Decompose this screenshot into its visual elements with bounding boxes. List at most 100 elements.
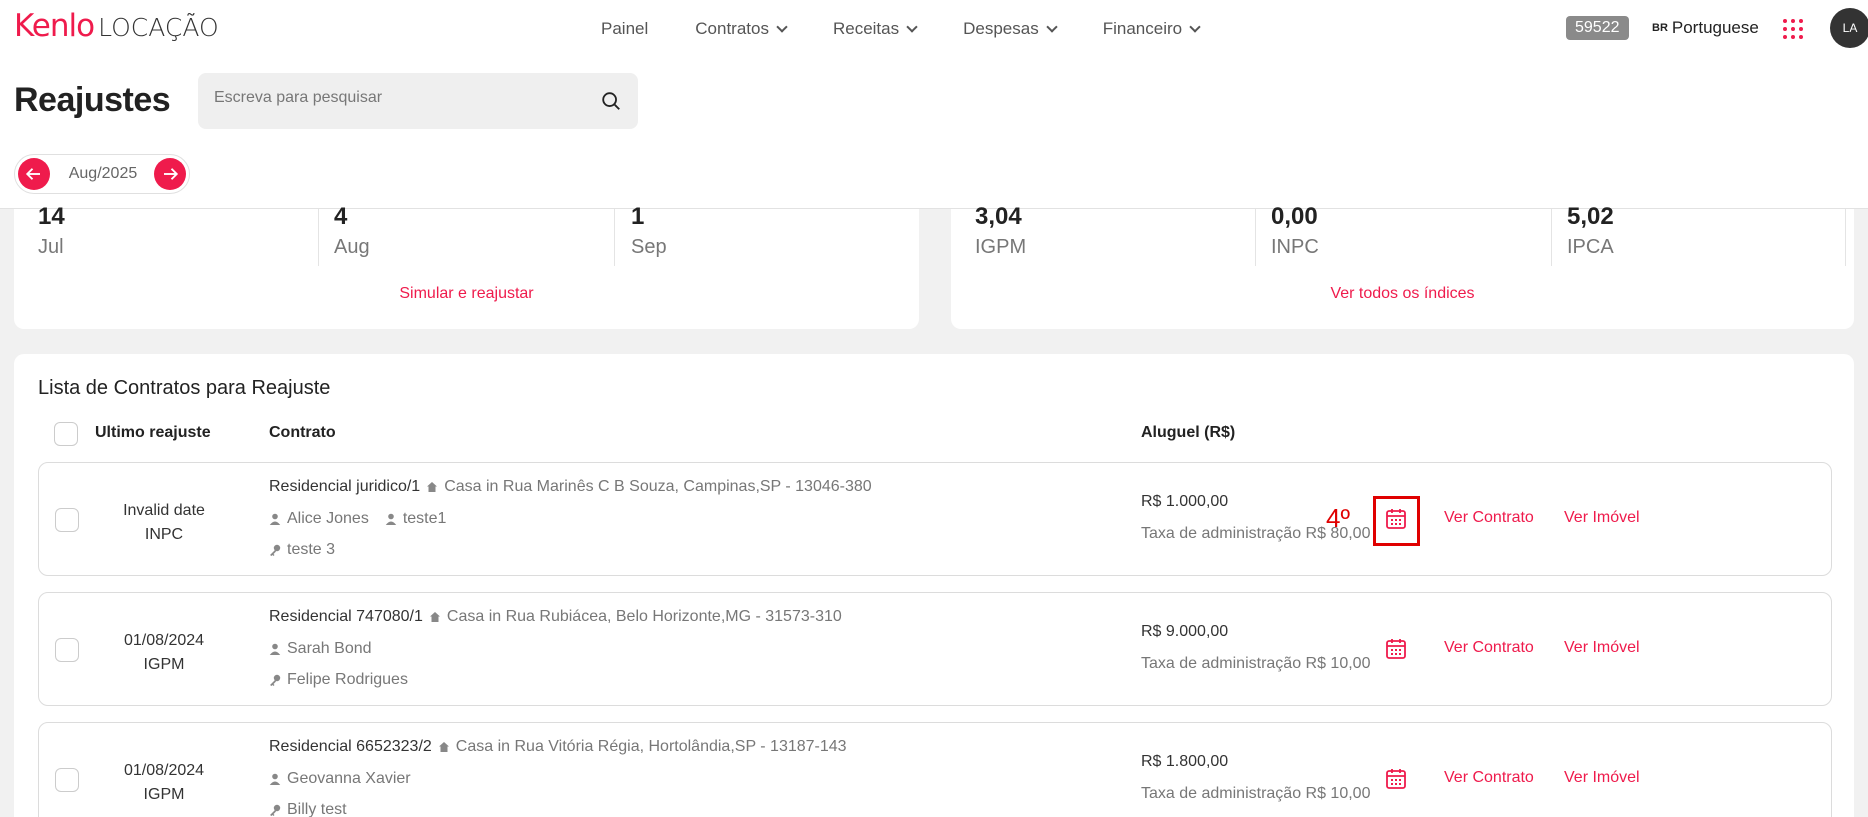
rent-value: R$ 1.800,00 [1141,753,1229,770]
prev-month-button[interactable] [18,158,50,190]
stat-label: IPCA [1567,236,1614,258]
guarantor: Felipe Rodrigues [269,671,408,689]
language-selector[interactable]: BR Portuguese [1652,18,1759,38]
divider [1845,209,1846,266]
nav-contratos[interactable]: Contratos [695,19,788,39]
page-header: Reajustes Aug/2025 [0,57,1868,209]
calendar-icon[interactable] [1384,767,1408,791]
stat-label: Aug [334,236,370,258]
parties: Alice Jones teste1 [269,510,446,528]
property-address: Casa in Rua Vitória Régia, Hortolândia,S… [455,738,847,755]
calendar-icon[interactable] [1384,637,1408,661]
table-row: 01/08/2024 IGPM Residencial 6652323/2 Ca… [38,722,1832,817]
contract-info: Residencial 747080/1 Casa in Rua Rubiáce… [269,608,842,626]
contract-info: Residencial 6652323/2 Casa in Rua Vitóri… [269,738,847,756]
view-contract-link[interactable]: Ver Contrato [1444,769,1534,787]
kenlo-logo[interactable]: Kenlo LOCAÇÃO [14,8,219,44]
person-icon [269,773,281,785]
simulate-adjust-link[interactable]: Simular e reajustar [14,285,919,303]
contract-name: Residencial 747080/1 [269,608,423,625]
divider [614,209,615,266]
last-adjustment-index: IGPM [143,656,185,673]
search-icon[interactable] [600,90,622,112]
row-checkbox[interactable] [55,508,79,532]
guarantor-name: Felipe Rodrigues [287,671,408,688]
view-contract-link[interactable]: Ver Contrato [1444,509,1534,527]
nav-receitas[interactable]: Receitas [833,19,918,39]
view-property-link[interactable]: Ver Imóvel [1564,769,1640,787]
person-icon [385,513,397,525]
stat-value: 14 [38,203,65,230]
tenant-name: Geovanna Xavier [287,770,411,787]
last-adjustment-date: Invalid date [123,502,205,519]
person-icon [269,643,281,655]
stat-value: 1 [631,203,645,230]
stat-label: INPC [1271,236,1319,258]
stat-label: Jul [38,236,64,258]
header-contract[interactable]: Contrato [269,424,336,442]
home-icon [427,482,438,492]
header-rent[interactable]: Aluguel (R$) [1141,424,1235,442]
chevron-down-icon [906,20,918,33]
table-row: Invalid date INPC Residencial juridico/1… [38,462,1832,576]
last-adjustment: 01/08/2024 IGPM [109,629,219,677]
apps-grid-icon[interactable] [1783,19,1803,39]
divider [318,209,319,266]
header-last-adjustment[interactable]: Ultimo reajuste [95,424,211,442]
rent-value: R$ 1.000,00 [1141,493,1229,510]
search-input[interactable] [214,89,574,107]
last-adjustment-index: IGPM [143,786,185,803]
contracts-list: Lista de Contratos para Reajuste Ultimo … [14,354,1854,817]
stat-label: Sep [631,236,667,258]
key-icon [270,804,281,816]
arrow-right-icon [164,168,179,180]
page-title: Reajustes [14,81,171,119]
top-navbar: Kenlo LOCAÇÃO Painel Contratos Receitas … [0,0,1868,57]
row-checkbox[interactable] [55,768,79,792]
tenant-name: Sarah Bond [287,640,372,657]
nav-label: Contratos [695,19,769,38]
last-adjustment-date: 01/08/2024 [123,632,205,649]
property-address: Casa in Rua Marinês C B Souza, Campinas,… [444,478,872,495]
next-month-button[interactable] [154,158,186,190]
tenant-name: Alice Jones [287,510,369,527]
person-icon [269,513,281,525]
chevron-down-icon [1046,20,1058,33]
nav-label: Painel [601,19,649,38]
stat-value: 3,04 [975,203,1022,230]
indices-summary-card: 3,04 IGPM 0,00 INPC 5,02 IPCA Ver todos … [951,203,1854,329]
select-all-checkbox[interactable] [54,422,78,446]
parties: Sarah Bond [269,640,372,658]
arrow-left-icon [25,168,40,180]
main-nav: Painel Contratos Receitas Despesas Finan… [601,19,1246,39]
nav-financeiro[interactable]: Financeiro [1103,19,1201,39]
nav-painel[interactable]: Painel [601,19,648,39]
view-property-link[interactable]: Ver Imóvel [1564,639,1640,657]
guarantor-name: teste 3 [287,541,336,558]
adjustments-summary-card: 14 Jul 4 Aug 1 Sep Simular e reajustar [14,203,919,329]
account-badge[interactable]: 59522 [1566,16,1629,40]
last-adjustment: 01/08/2024 IGPM [109,759,219,807]
view-contract-link[interactable]: Ver Contrato [1444,639,1534,657]
nav-despesas[interactable]: Despesas [963,19,1058,39]
last-adjustment: Invalid date INPC [109,499,219,547]
owner-name: teste1 [402,510,447,527]
contract-info: Residencial juridico/1 Casa in Rua Marin… [269,478,872,496]
home-icon [429,612,440,622]
list-title: Lista de Contratos para Reajuste [38,377,331,399]
logo-sub: LOCAÇÃO [98,13,219,42]
last-adjustment-date: 01/08/2024 [123,762,205,779]
guarantor: teste 3 [269,541,335,559]
chevron-down-icon [776,20,788,33]
search-box [198,73,638,129]
divider [1255,209,1256,266]
avatar[interactable]: LA [1830,8,1868,48]
row-checkbox[interactable] [55,638,79,662]
view-all-indices-link[interactable]: Ver todos os índices [951,285,1854,303]
property-address: Casa in Rua Rubiácea, Belo Horizonte,MG … [446,608,842,625]
step-annotation: 4º [1326,503,1350,533]
view-property-link[interactable]: Ver Imóvel [1564,509,1640,527]
calendar-icon[interactable] [1384,507,1408,531]
stat-value: 4 [334,203,348,230]
flag-icon: BR [1652,22,1668,34]
